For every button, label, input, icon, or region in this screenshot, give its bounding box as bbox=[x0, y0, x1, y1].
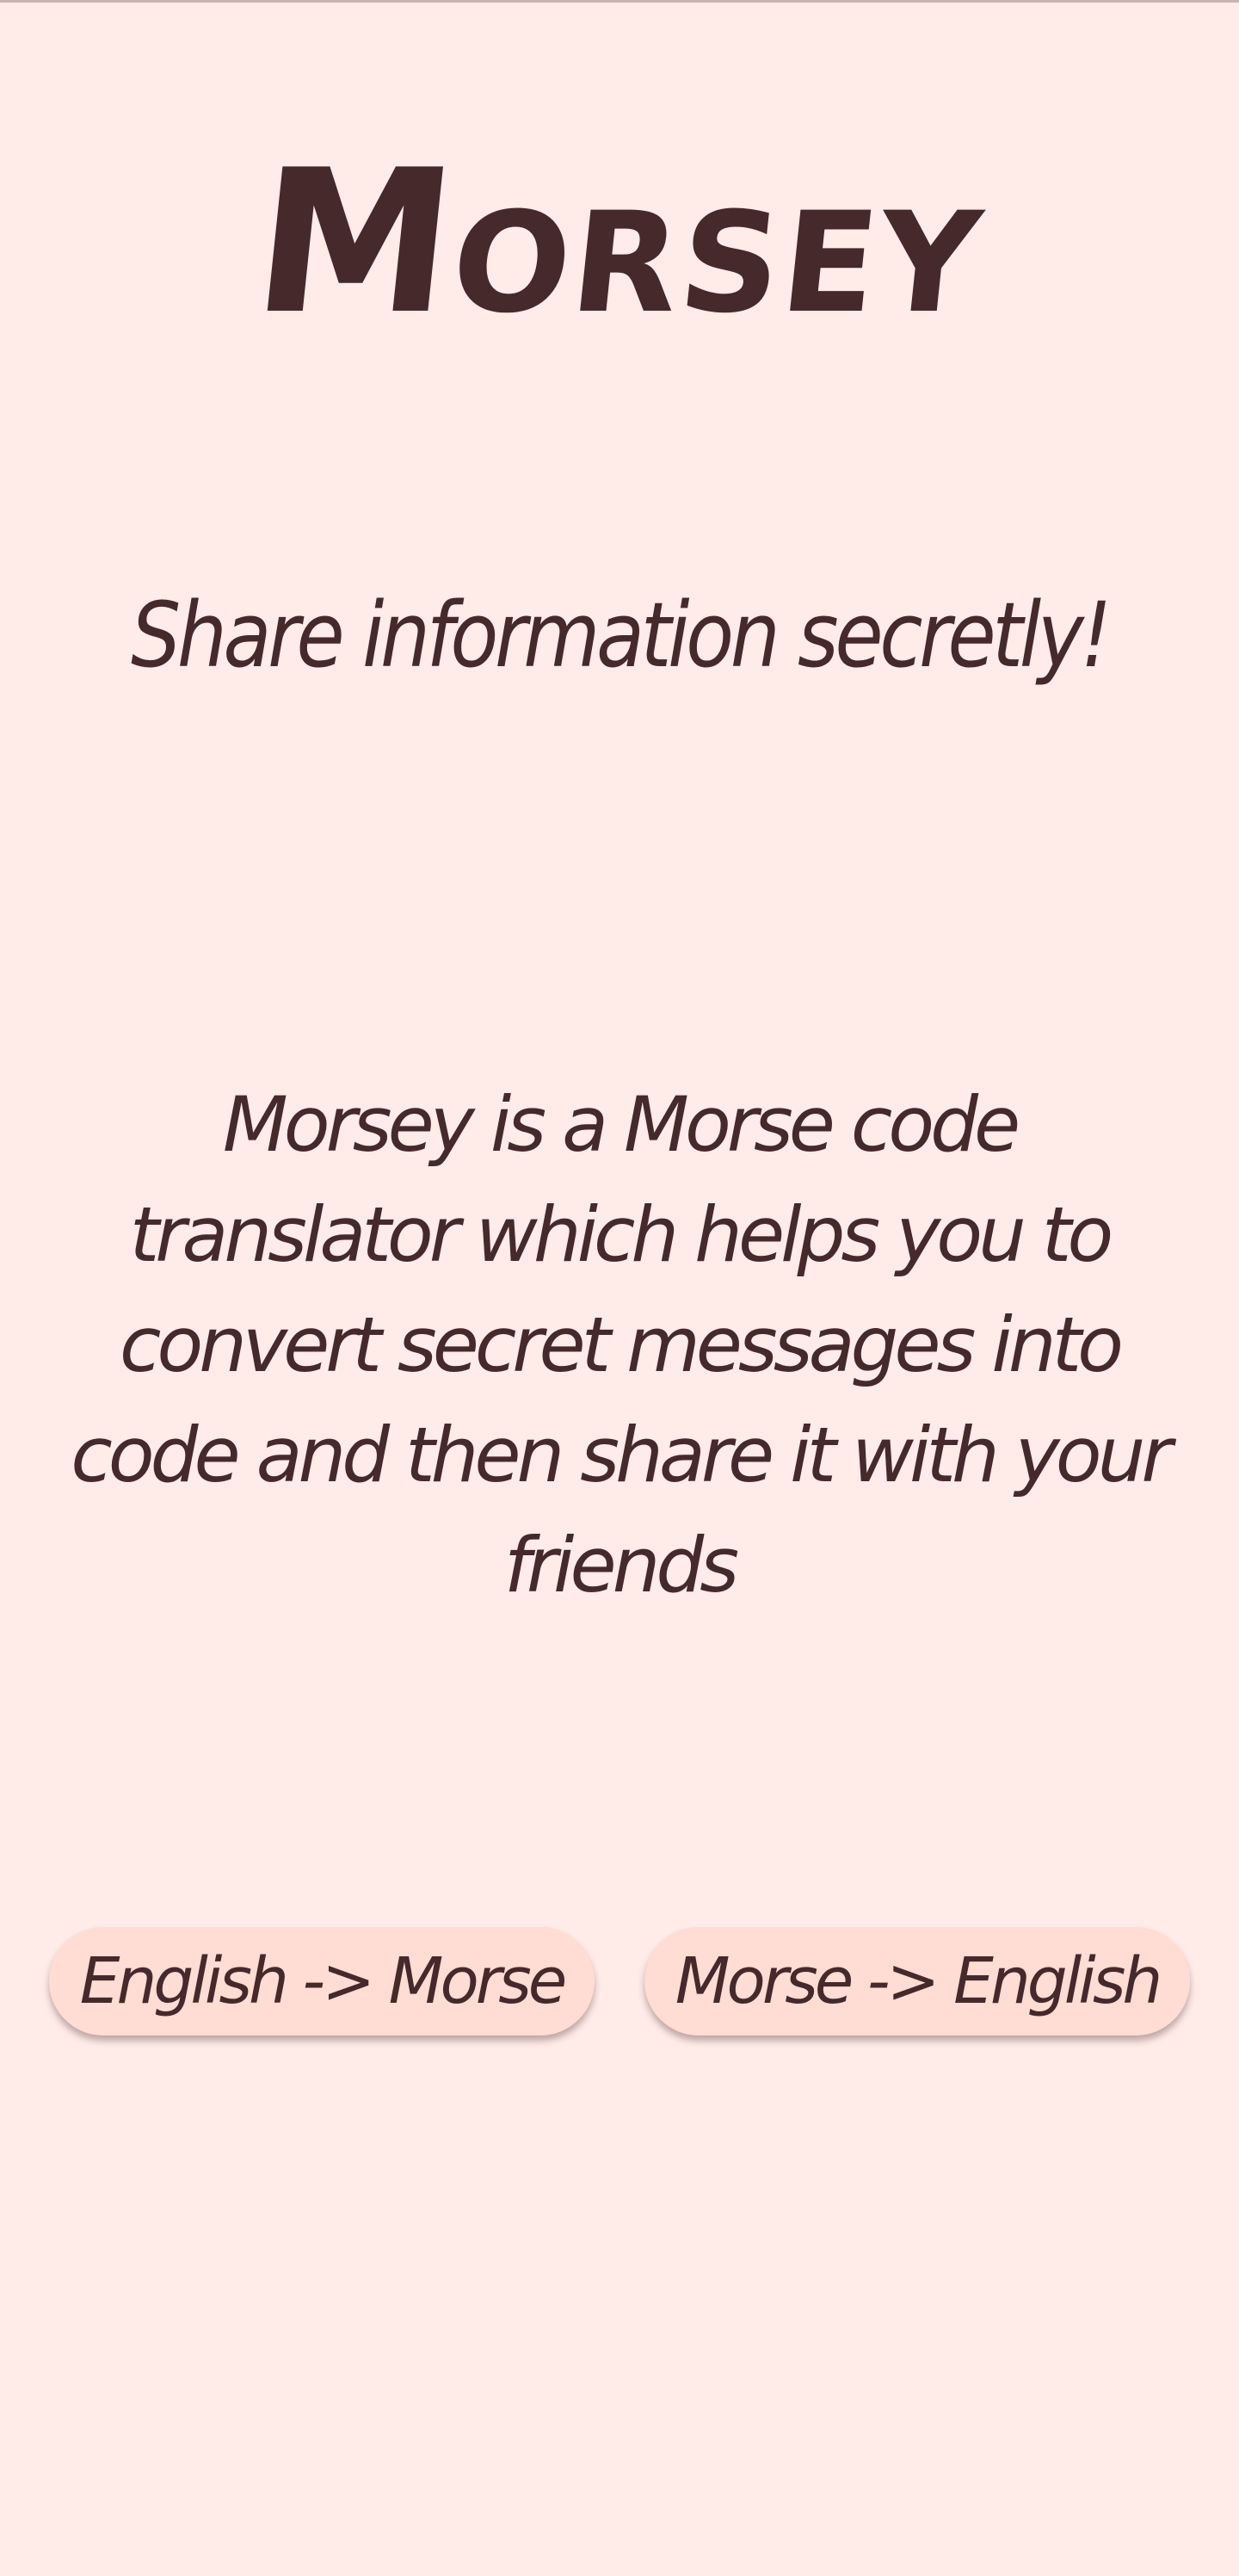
english-to-morse-button[interactable]: English -> Morse bbox=[49, 1927, 595, 2035]
app-logo: Morsey bbox=[243, 128, 996, 358]
morse-to-english-button[interactable]: Morse -> English bbox=[644, 1927, 1190, 2035]
tagline: Share information secretly! bbox=[131, 583, 1112, 688]
app-description: Morsey is a Morse code translator which … bbox=[71, 1080, 1172, 1609]
